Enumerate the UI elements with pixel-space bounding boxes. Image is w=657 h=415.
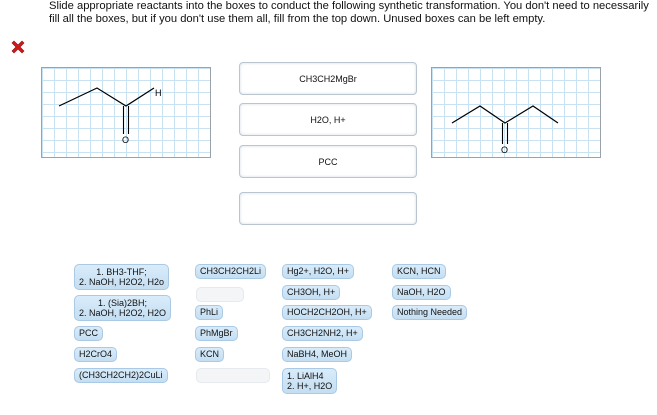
empty-reagent-placeholder	[196, 287, 244, 302]
aldehyde-structure: H O	[58, 87, 162, 145]
reagent-lialh4[interactable]: 1. LiAlH4 2. H+, H2O	[282, 368, 338, 394]
oxygen-label: O	[501, 145, 508, 155]
reagent-phmgbr[interactable]: PhMgBr	[195, 326, 238, 341]
reagent-line-1: 1. BH3-THF;	[96, 267, 147, 277]
reagent-line-1: 1. (Sia)2BH;	[98, 298, 148, 308]
reagent-cuprate[interactable]: (CH3CH2CH2)2CuLi	[74, 368, 168, 383]
reagent-h2cro4[interactable]: H2CrO4	[74, 347, 118, 362]
reagent-slot-4[interactable]	[239, 192, 417, 225]
hydrogen-label: H	[155, 88, 162, 98]
reagent-naoh-h2o[interactable]: NaOH, H2O	[392, 285, 451, 300]
instructions-text: Slide appropriate reactants into the box…	[49, 0, 649, 25]
reagent-slot-2[interactable]: H2O, H+	[239, 103, 417, 136]
reagent-slot-1[interactable]: CH3CH2MgBr	[239, 62, 417, 95]
reagent-ch3oh[interactable]: CH3OH, H+	[282, 285, 341, 300]
reagent-sia2bh[interactable]: 1. (Sia)2BH; 2. NaOH, H2O2, H2O	[74, 295, 172, 321]
reagent-nothing-needed[interactable]: Nothing Needed	[392, 305, 468, 320]
red-x-icon	[11, 40, 25, 54]
reagent-kcn[interactable]: KCN	[195, 347, 225, 362]
reagent-slot-3[interactable]: PCC	[239, 145, 417, 178]
reagent-phli[interactable]: PhLi	[195, 305, 224, 320]
reagent-hg2[interactable]: Hg2+, H2O, H+	[282, 264, 355, 279]
reagent-propyllithium[interactable]: CH3CH2CH2Li	[195, 264, 267, 279]
oxygen-label: O	[122, 135, 129, 145]
empty-reagent-placeholder	[196, 368, 270, 383]
product-panel: O	[431, 67, 601, 158]
reagent-ethylamine[interactable]: CH3CH2NH2, H+	[282, 326, 363, 341]
reagent-line-2: 2. H+, H2O	[287, 381, 333, 391]
starting-material-panel: H O	[41, 67, 211, 158]
reagent-pcc[interactable]: PCC	[74, 326, 104, 341]
reagent-bh3-thf[interactable]: 1. BH3-THF; 2. NaOH, H2O2, H2o	[74, 264, 170, 290]
reagent-line-2: 2. NaOH, H2O2, H2o	[79, 277, 165, 287]
ketone-structure: O	[451, 105, 559, 155]
reagent-line-2: 2. NaOH, H2O2, H2O	[79, 308, 167, 318]
reagent-ethylene-glycol[interactable]: HOCH2CH2OH, H+	[282, 305, 372, 320]
reagent-line-1: 1. LiAlH4	[287, 371, 324, 381]
reagent-kcn-hcn[interactable]: KCN, HCN	[392, 264, 446, 279]
reagent-nabh4[interactable]: NaBH4, MeOH	[282, 347, 353, 362]
